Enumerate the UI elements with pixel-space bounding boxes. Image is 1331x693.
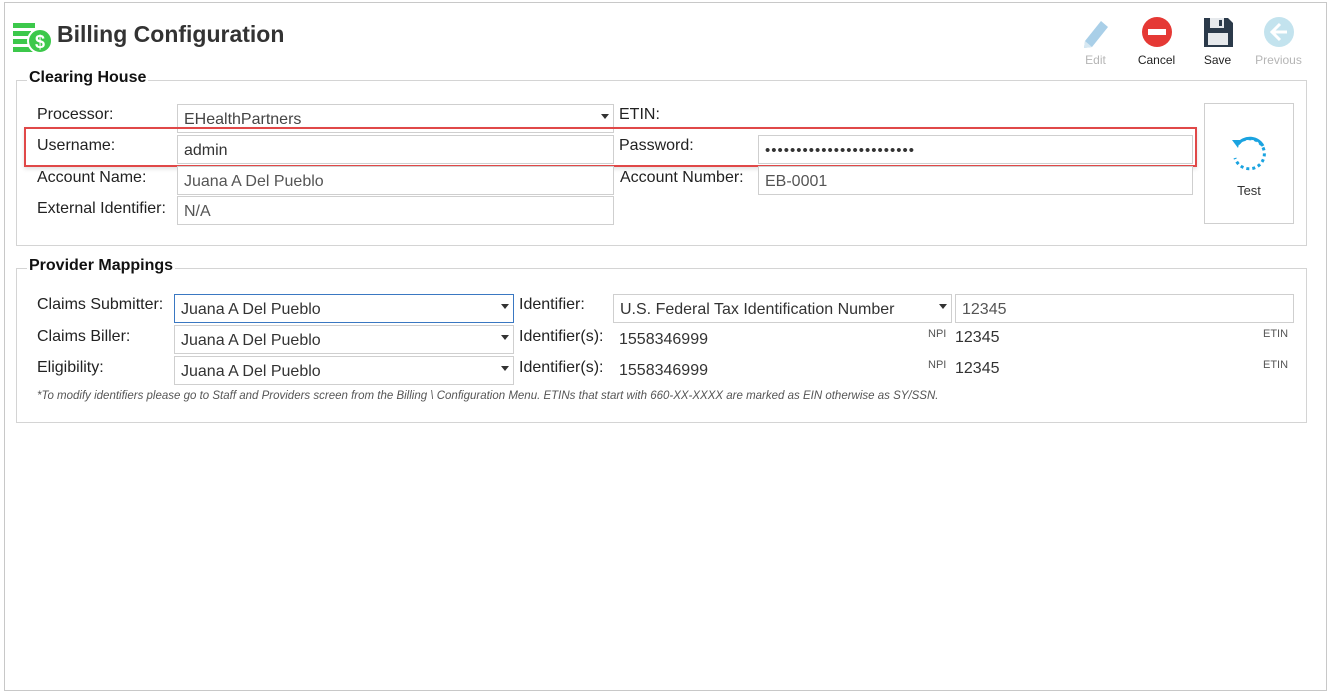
test-label: Test bbox=[1237, 182, 1261, 198]
username-label: Username: bbox=[37, 137, 116, 154]
biller-etin-value: 12345 bbox=[955, 329, 1000, 346]
account-number-label: Account Number: bbox=[620, 169, 744, 186]
identifier-type-value: U.S. Federal Tax Identification Number bbox=[620, 301, 895, 318]
external-identifier-label: External Identifier: bbox=[37, 200, 166, 217]
processor-select[interactable]: EHealthPartners bbox=[177, 104, 614, 133]
identifiers-note: *To modify identifiers please go to Staf… bbox=[37, 390, 939, 402]
external-identifier-input[interactable]: N/A bbox=[177, 196, 614, 225]
identifier-label: Identifier: bbox=[519, 296, 585, 313]
account-number-input[interactable]: EB-0001 bbox=[758, 166, 1193, 195]
chevron-down-icon bbox=[501, 335, 509, 340]
password-input[interactable]: •••••••••••••••••••••••• bbox=[758, 135, 1193, 164]
identifier-type-select[interactable]: U.S. Federal Tax Identification Number bbox=[613, 294, 952, 323]
etin-label: ETIN: bbox=[619, 106, 660, 123]
claims-biller-label: Claims Biller: bbox=[37, 328, 131, 345]
claims-biller-value: Juana A Del Pueblo bbox=[181, 332, 321, 349]
previous-label: Previous bbox=[1255, 53, 1302, 67]
provider-mappings-title: Provider Mappings bbox=[27, 257, 176, 275]
save-button[interactable]: Save bbox=[1187, 15, 1248, 69]
test-button[interactable]: Test bbox=[1204, 103, 1294, 224]
pencil-icon bbox=[1079, 15, 1113, 49]
cancel-label: Cancel bbox=[1137, 53, 1176, 67]
title-bar: $ Billing Configuration Edit Cancel Save… bbox=[9, 11, 1319, 67]
eligibility-npi-tag: NPI bbox=[928, 359, 947, 371]
claims-submitter-label: Claims Submitter: bbox=[37, 296, 164, 313]
password-label: Password: bbox=[619, 137, 694, 154]
identifier-input[interactable]: 12345 bbox=[955, 294, 1294, 323]
page-title: Billing Configuration bbox=[57, 21, 285, 47]
edit-label: Edit bbox=[1085, 53, 1106, 67]
eligibility-value: Juana A Del Pueblo bbox=[181, 363, 321, 380]
claims-submitter-select[interactable]: Juana A Del Pueblo bbox=[174, 294, 514, 323]
chevron-down-icon bbox=[501, 304, 509, 309]
previous-button[interactable]: Previous bbox=[1248, 15, 1309, 69]
cancel-icon bbox=[1140, 15, 1174, 49]
claims-submitter-value: Juana A Del Pueblo bbox=[181, 301, 321, 318]
biller-npi-tag: NPI bbox=[928, 328, 947, 340]
cancel-button[interactable]: Cancel bbox=[1126, 15, 1187, 69]
chevron-down-icon bbox=[501, 366, 509, 371]
save-label: Save bbox=[1203, 53, 1232, 67]
clearing-house-title: Clearing House bbox=[27, 69, 149, 87]
account-name-input[interactable]: Juana A Del Pueblo bbox=[177, 166, 614, 195]
eligibility-etin-value: 12345 bbox=[955, 360, 1000, 377]
svg-text:$: $ bbox=[35, 32, 45, 52]
floppy-disk-icon bbox=[1201, 15, 1235, 49]
eligibility-select[interactable]: Juana A Del Pueblo bbox=[174, 356, 514, 385]
biller-etin-tag: ETIN bbox=[1263, 328, 1289, 340]
money-stack-icon: $ bbox=[13, 17, 53, 57]
chevron-down-icon bbox=[601, 114, 609, 119]
eligibility-npi-value: 1558346999 bbox=[619, 362, 708, 379]
arrow-left-icon bbox=[1262, 15, 1296, 49]
eligibility-etin-tag: ETIN bbox=[1263, 359, 1289, 371]
biller-npi-value: 1558346999 bbox=[619, 331, 708, 348]
eligibility-identifiers-label: Identifier(s): bbox=[519, 359, 604, 376]
eligibility-label: Eligibility: bbox=[37, 359, 104, 376]
edit-button[interactable]: Edit bbox=[1065, 15, 1126, 69]
biller-identifiers-label: Identifier(s): bbox=[519, 328, 604, 345]
processor-value: EHealthPartners bbox=[184, 111, 302, 128]
claims-biller-select[interactable]: Juana A Del Pueblo bbox=[174, 325, 514, 354]
chevron-down-icon bbox=[939, 304, 947, 309]
account-name-label: Account Name: bbox=[37, 169, 147, 186]
refresh-icon bbox=[1226, 130, 1272, 181]
username-input[interactable]: admin bbox=[177, 135, 614, 164]
processor-label: Processor: bbox=[37, 106, 114, 123]
toolbar: Edit Cancel Save Previous bbox=[1065, 15, 1309, 69]
